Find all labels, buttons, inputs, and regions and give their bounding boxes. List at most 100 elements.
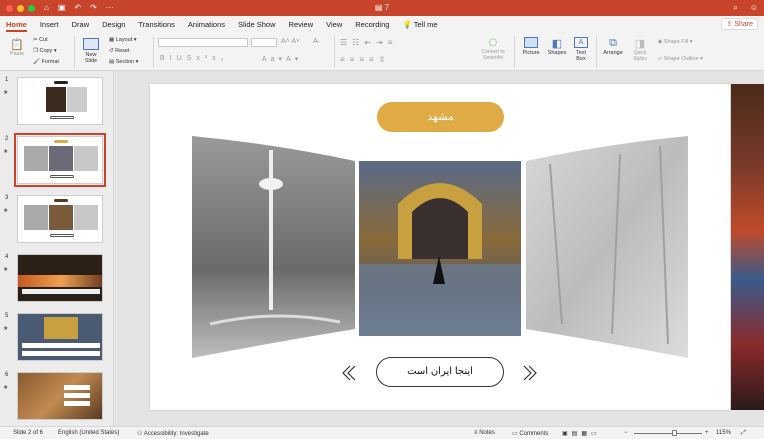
font-family-select[interactable]: [158, 38, 248, 47]
quick-styles-button[interactable]: ◨ Quick Styles: [628, 37, 652, 62]
shape-fill-label: Shape Fill: [663, 39, 689, 45]
notes-button[interactable]: ≡ Notes: [474, 430, 495, 436]
milad-tower-head: [259, 178, 283, 190]
slide-thumbnail-4[interactable]: [17, 254, 103, 302]
new-slide-button[interactable]: New Slide: [78, 38, 104, 64]
slide-number: 6: [5, 372, 9, 378]
font-style-buttons[interactable]: BIUSx²x₂: [160, 55, 228, 62]
accessibility-checker[interactable]: ⚇ Accessibility: Investigate: [137, 430, 209, 437]
fit-to-window-icon[interactable]: ⤢: [741, 430, 746, 437]
shape-outline-button[interactable]: ▱ Shape Outline ▾: [658, 56, 703, 62]
more-icon[interactable]: ⋯: [106, 0, 114, 16]
section-button[interactable]: ▤ Section ▾: [109, 59, 138, 65]
new-slide-icon: [83, 38, 99, 50]
reset-button[interactable]: ↺ Reset: [109, 48, 130, 54]
list-buttons[interactable]: ☰☷⇤⇥≡: [340, 38, 397, 47]
shapes-label: Shapes: [547, 50, 567, 56]
search-icon[interactable]: ⌕: [733, 0, 737, 16]
font-size-buttons[interactable]: A˄ A˅: [281, 38, 300, 45]
tab-view[interactable]: View: [326, 16, 342, 33]
zoom-out-button[interactable]: −: [624, 430, 628, 436]
zoom-window-button[interactable]: [28, 4, 35, 12]
comment-icon: ▭: [512, 431, 518, 437]
tab-tell-me[interactable]: 💡 Tell me: [402, 16, 437, 33]
text-box-button[interactable]: A Text Box: [572, 37, 590, 62]
tab-animations[interactable]: Animations: [188, 16, 225, 33]
right-photo-foggy-forest[interactable]: [526, 136, 688, 358]
comments-button[interactable]: ▭ Comments: [512, 430, 548, 437]
slide-editing-canvas[interactable]: مشهد اینجا ایران است: [115, 71, 764, 426]
fill-icon: ◆: [658, 39, 663, 45]
text-box-icon: A: [574, 37, 588, 48]
slide-thumbnail-panel[interactable]: 1 ★ 2 ★ 3 ★ 4 ★ 5 ★ 6 ★: [0, 71, 114, 426]
section-label: Section: [115, 59, 135, 65]
shapes-button[interactable]: ◧ Shapes: [545, 37, 569, 56]
slide-thumbnail-6[interactable]: [17, 372, 103, 420]
quick-styles-label: Quick Styles: [633, 50, 647, 62]
paste-button[interactable]: 📋 Paste: [6, 38, 28, 57]
undo-icon[interactable]: ↶: [74, 0, 81, 16]
slide-thumbnail-2[interactable]: [14, 133, 106, 187]
language-indicator[interactable]: English (United States): [58, 430, 119, 436]
notes-label: Notes: [479, 430, 495, 436]
save-icon[interactable]: ▣: [58, 0, 66, 16]
animation-star-icon: ★: [3, 267, 9, 273]
minimize-window-button[interactable]: [17, 4, 24, 12]
shape-outline-label: Shape Outline: [663, 56, 699, 62]
previous-arrow-icon[interactable]: [342, 365, 356, 381]
offslide-mosque-image[interactable]: [731, 84, 764, 410]
redo-icon[interactable]: ↷: [90, 0, 97, 16]
tab-home[interactable]: Home: [6, 16, 27, 33]
section-icon: ▤: [109, 59, 115, 65]
slide-thumbnail-3[interactable]: [17, 195, 103, 243]
ribbon-divider: [596, 36, 597, 68]
tab-review[interactable]: Review: [289, 16, 314, 33]
zoom-level[interactable]: 115%: [716, 430, 731, 436]
view-buttons[interactable]: ▣▤▦▭: [562, 430, 601, 437]
zoom-in-button[interactable]: +: [705, 430, 709, 436]
shape-fill-button[interactable]: ◆ Shape Fill ▾: [658, 39, 693, 45]
zoom-slider-thumb[interactable]: [672, 430, 677, 436]
caption-pill[interactable]: اینجا ایران است: [376, 357, 504, 387]
tab-design[interactable]: Design: [102, 16, 125, 33]
animation-star-icon: ★: [3, 90, 9, 96]
milad-tower-shaft: [269, 150, 273, 310]
slide-number: 2: [5, 136, 9, 142]
clear-format-icon[interactable]: A̶: [313, 38, 318, 45]
close-window-button[interactable]: [6, 4, 13, 12]
quick-styles-icon: ◨: [634, 38, 646, 50]
tab-slide-show[interactable]: Slide Show: [238, 16, 276, 33]
zoom-slider[interactable]: [634, 433, 702, 434]
layout-button[interactable]: ▦ Layout ▾: [109, 37, 137, 43]
arrange-label: Arrange: [603, 50, 623, 56]
slide-thumbnail-1[interactable]: [17, 77, 103, 125]
tab-draw[interactable]: Draw: [72, 16, 90, 33]
convert-smartart-button[interactable]: ⎔ Convert to SmartArt: [478, 38, 508, 61]
shapes-icon: ◧: [551, 38, 563, 50]
ribbon-tabs: Home Insert Draw Design Transitions Anim…: [0, 16, 764, 33]
comments-label: Comments: [519, 431, 549, 437]
share-label: Share: [734, 21, 753, 28]
left-photo-tehran-tower[interactable]: [192, 136, 355, 358]
text-box-label: Text Box: [575, 50, 587, 62]
align-buttons[interactable]: ≡≡≡≡⇳: [340, 55, 390, 64]
font-color-buttons[interactable]: Aa▾A▾: [262, 55, 302, 63]
tab-recording[interactable]: Recording: [355, 16, 389, 33]
cut-button[interactable]: ✂ Cut: [33, 37, 48, 43]
current-slide[interactable]: مشهد اینجا ایران است: [150, 84, 730, 410]
tab-insert[interactable]: Insert: [40, 16, 59, 33]
next-arrow-icon[interactable]: [523, 365, 537, 381]
copy-button[interactable]: ❐ Copy ▾: [33, 48, 57, 54]
slide-number: 5: [5, 313, 9, 319]
slide-thumbnail-5[interactable]: [17, 313, 103, 361]
format-painter-button[interactable]: 🖌 Format: [33, 59, 59, 65]
tab-transitions[interactable]: Transitions: [138, 16, 174, 33]
arrange-button[interactable]: ⧉ Arrange: [600, 37, 626, 56]
account-icon[interactable]: ☺: [750, 0, 758, 16]
font-size-select[interactable]: [251, 38, 277, 47]
accessibility-label: Accessibility: Investigate: [143, 431, 209, 437]
center-photo-mashhad-shrine[interactable]: [359, 161, 521, 336]
home-icon[interactable]: ⌂: [44, 0, 49, 16]
picture-button[interactable]: Picture: [519, 37, 543, 56]
share-button[interactable]: ⇪ Share: [721, 18, 758, 30]
